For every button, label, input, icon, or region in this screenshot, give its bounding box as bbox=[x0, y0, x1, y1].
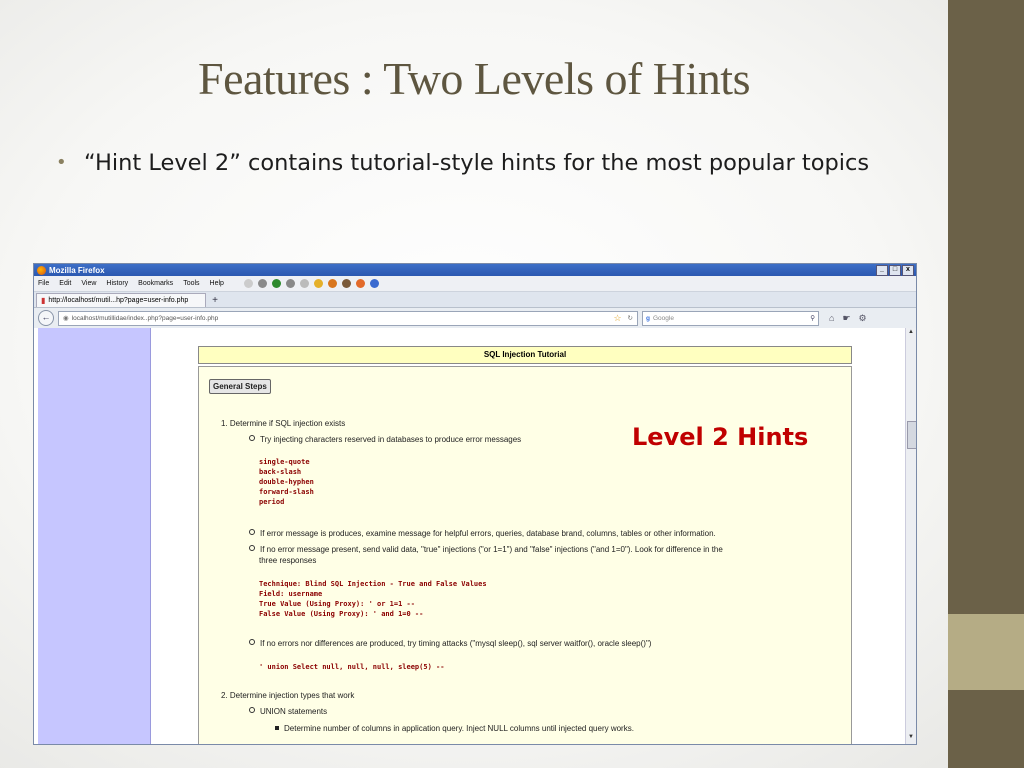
maximize-button[interactable]: □ bbox=[889, 264, 901, 276]
menu-edit[interactable]: Edit bbox=[59, 280, 71, 287]
user-agent-icon[interactable] bbox=[355, 279, 365, 288]
menu-file[interactable]: File bbox=[38, 280, 49, 287]
technique-line: False Value (Using Proxy): ' and 1=0 -- bbox=[259, 610, 424, 618]
browser-window: Mozilla Firefox _ □ x File Edit View His… bbox=[33, 263, 917, 745]
step-2a: UNION statements bbox=[249, 707, 327, 716]
shield-icon[interactable] bbox=[271, 279, 281, 288]
step-1c-cont: three responses bbox=[259, 556, 317, 565]
circle-bullet-icon bbox=[249, 639, 255, 645]
window-controls: _ □ x bbox=[876, 264, 916, 276]
step-1a: Try injecting characters reserved in dat… bbox=[249, 435, 521, 444]
step-2: 2. Determine injection types that work bbox=[221, 691, 355, 700]
square-bullet-icon bbox=[275, 726, 279, 730]
stop-icon[interactable] bbox=[243, 279, 253, 288]
step-1d: If no errors nor differences are produce… bbox=[249, 639, 651, 648]
close-button[interactable]: x bbox=[902, 264, 914, 276]
new-tab-button[interactable]: + bbox=[209, 295, 221, 307]
union-code: ' union Select null, null, null, sleep(5… bbox=[259, 663, 445, 671]
tab-label: http://localhost/mutil...hp?page=user-in… bbox=[48, 297, 189, 304]
step-1c: If no error message present, send valid … bbox=[249, 545, 723, 554]
home-icon[interactable]: ⌂ bbox=[829, 313, 834, 324]
search-bar[interactable]: g Google ⚲ bbox=[642, 310, 819, 326]
level-2-hints-label: Level 2 Hints bbox=[632, 423, 809, 451]
menu-tools[interactable]: Tools bbox=[183, 280, 199, 287]
vertical-scrollbar[interactable]: ▲ ▼ bbox=[905, 328, 916, 744]
menu-help[interactable]: Help bbox=[210, 280, 224, 287]
help-icon[interactable] bbox=[299, 279, 309, 288]
toolbar-icons bbox=[243, 279, 379, 288]
page-content: SQL Injection Tutorial General Steps 1. … bbox=[34, 328, 906, 744]
slide-title: Features : Two Levels of Hints bbox=[197, 53, 751, 104]
technique-line: True Value (Using Proxy): ' or 1=1 -- bbox=[259, 600, 415, 608]
nav-right-icons: ⌂ ☛ ⚙ bbox=[829, 313, 867, 324]
globe-icon: ◉ bbox=[63, 315, 69, 322]
tab-active[interactable]: ▮ http://localhost/mutil...hp?page=user-… bbox=[36, 293, 206, 307]
bookmark-star-icon[interactable]: ☆ bbox=[613, 313, 624, 324]
left-nav-panel bbox=[38, 328, 151, 744]
minimize-button[interactable]: _ bbox=[876, 264, 888, 276]
tutorial-header: SQL Injection Tutorial bbox=[198, 346, 852, 364]
circle-bullet-icon bbox=[249, 435, 255, 441]
char-item: back-slash bbox=[259, 468, 302, 476]
reload-icon[interactable]: ↻ bbox=[628, 314, 637, 322]
back-button[interactable]: ← bbox=[38, 310, 54, 326]
scroll-thumb[interactable] bbox=[907, 421, 916, 449]
menu-history[interactable]: History bbox=[106, 280, 128, 287]
circle-bullet-icon bbox=[249, 707, 255, 713]
url-text: localhost/mutillidae/index..php?page=use… bbox=[71, 314, 219, 322]
download-icon[interactable] bbox=[341, 279, 351, 288]
bullet-dot-icon: • bbox=[56, 152, 67, 173]
addon-icon[interactable] bbox=[257, 279, 267, 288]
circle-bullet-icon bbox=[249, 529, 255, 535]
scroll-down-icon[interactable]: ▼ bbox=[907, 734, 915, 743]
search-placeholder: Google bbox=[652, 314, 674, 322]
step-2a-i: Determine number of columns in applicati… bbox=[275, 724, 634, 733]
char-item: double-hyphen bbox=[259, 478, 314, 486]
page-favicon-icon: ▮ bbox=[41, 296, 46, 305]
google-icon: g bbox=[646, 314, 650, 322]
circle-bullet-icon bbox=[249, 545, 255, 551]
scroll-up-icon[interactable]: ▲ bbox=[907, 329, 915, 338]
tab-bar: ▮ http://localhost/mutil...hp?page=user-… bbox=[34, 292, 916, 308]
navigation-bar: ← ◉ localhost/mutillidae/index..php?page… bbox=[34, 308, 916, 329]
addon-icon[interactable] bbox=[285, 279, 295, 288]
search-icon[interactable]: ⚲ bbox=[810, 314, 818, 322]
feed-icon[interactable]: ☛ bbox=[842, 313, 850, 324]
menu-bar: File Edit View History Bookmarks Tools H… bbox=[34, 276, 916, 292]
char-item: single-quote bbox=[259, 458, 310, 466]
menu-bookmarks[interactable]: Bookmarks bbox=[138, 280, 173, 287]
technique-line: Technique: Blind SQL Injection - True an… bbox=[259, 580, 487, 588]
bullet-item: • “Hint Level 2” contains tutorial-style… bbox=[56, 144, 902, 182]
addon-icon[interactable]: ⚙ bbox=[859, 313, 867, 324]
technique-line: Field: username bbox=[259, 590, 323, 598]
tool-icon[interactable] bbox=[369, 279, 379, 288]
menu-view[interactable]: View bbox=[81, 280, 96, 287]
char-item: forward-slash bbox=[259, 488, 314, 496]
char-item: period bbox=[259, 498, 285, 506]
firefox-logo-icon bbox=[37, 265, 46, 275]
slide-side-accent bbox=[948, 614, 1024, 690]
url-bar[interactable]: ◉ localhost/mutillidae/index..php?page=u… bbox=[58, 310, 638, 326]
bullet-text: “Hint Level 2” contains tutorial-style h… bbox=[84, 150, 870, 176]
general-steps-button[interactable]: General Steps bbox=[209, 379, 271, 394]
browser-title: Mozilla Firefox bbox=[49, 265, 105, 275]
step-1b: If error message is produces, examine me… bbox=[249, 529, 716, 538]
browser-titlebar: Mozilla Firefox _ □ x bbox=[34, 264, 916, 276]
step-1: 1. Determine if SQL injection exists bbox=[221, 419, 346, 428]
folder-icon[interactable] bbox=[313, 279, 323, 288]
bug-icon[interactable] bbox=[327, 279, 337, 288]
